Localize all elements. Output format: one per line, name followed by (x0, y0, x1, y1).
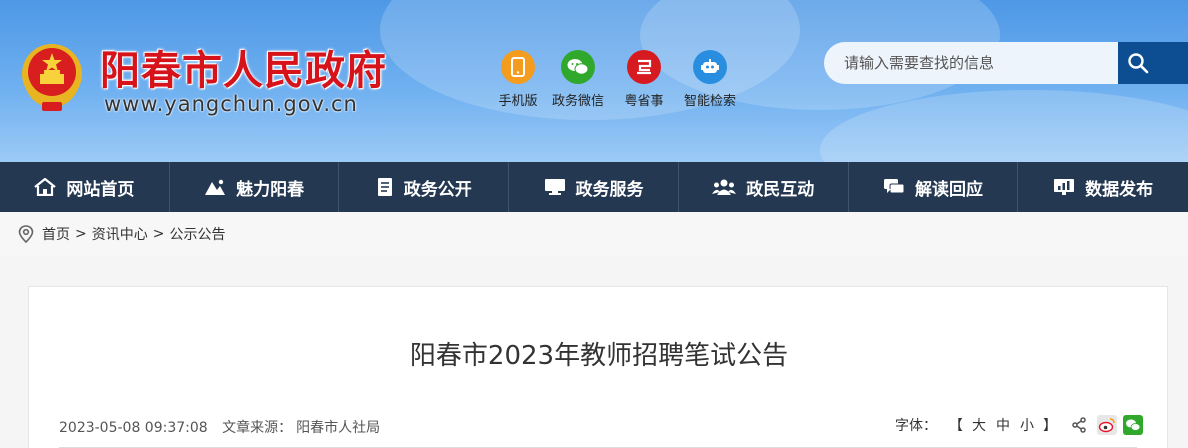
publish-date: 2023-05-08 09:37:08 (59, 420, 208, 436)
nav-item-label: 数据发布 (1085, 179, 1154, 200)
font-size-medium[interactable]: 中 (996, 415, 1010, 435)
weibo-icon[interactable] (1097, 415, 1117, 435)
breadcrumb-separator: > (75, 226, 87, 242)
yue-service-icon (627, 50, 661, 84)
quick-link-label: 粤省事 (624, 94, 664, 109)
nav-item-gov-services[interactable]: 政务服务 (509, 162, 679, 212)
article-panel: 阳春市2023年教师招聘笔试公告 2023-05-08 09:37:08 文章来… (28, 286, 1168, 448)
font-size-label: 字体： (895, 418, 937, 434)
site-header: 阳春市人民政府 www.yangchun.gov.cn 手机版 政务微信 粤省事… (0, 0, 1188, 162)
nav-item-charm[interactable]: 魅力阳春 (170, 162, 340, 212)
main-nav: 网站首页 魅力阳春 政务公开 政务服务 政民互动 解读回应 数据发布 (0, 162, 1188, 212)
bracket-open: 【 (949, 418, 963, 434)
breadcrumb-separator: > (152, 226, 165, 242)
search-icon (1128, 53, 1149, 74)
nav-item-label: 政务服务 (575, 179, 644, 200)
home-icon (34, 178, 57, 196)
bracket-close: 】 (1043, 418, 1057, 434)
breadcrumb: 首页 > 资讯中心 > 公示公告 (0, 212, 1188, 256)
font-size-small[interactable]: 小 (1020, 415, 1034, 435)
search-input[interactable] (824, 42, 1118, 84)
source-label: 文章来源： (222, 420, 293, 436)
breadcrumb-news-center[interactable]: 资讯中心 (92, 224, 148, 244)
national-emblem-icon (22, 44, 82, 111)
nav-item-interaction[interactable]: 政民互动 (679, 162, 849, 212)
nav-item-label: 解读回应 (914, 179, 983, 200)
quick-link-wechat[interactable]: 政务微信 (543, 50, 613, 109)
breadcrumb-home[interactable]: 首页 (42, 224, 70, 244)
nav-item-home[interactable]: 网站首页 (0, 162, 170, 212)
document-icon (376, 177, 394, 197)
search-button[interactable] (1118, 42, 1188, 84)
nav-item-label: 政务公开 (403, 179, 472, 200)
chat-icon (883, 178, 905, 196)
nav-item-data-release[interactable]: 数据发布 (1018, 162, 1188, 212)
nav-item-interpretation[interactable]: 解读回应 (849, 162, 1019, 212)
nav-item-gov-affairs[interactable]: 政务公开 (339, 162, 510, 212)
quick-link-yue-service[interactable]: 粤省事 (609, 50, 679, 109)
font-size-large[interactable]: 大 (972, 415, 986, 435)
breadcrumb-announcements[interactable]: 公示公告 (169, 224, 225, 244)
mobile-icon (501, 50, 535, 84)
share-icon[interactable] (1071, 417, 1087, 433)
location-pin-icon (18, 225, 34, 243)
people-icon (712, 178, 737, 196)
quick-link-label: 智能检索 (683, 94, 736, 109)
site-url: www.yangchun.gov.cn (104, 92, 358, 116)
landscape-icon (204, 178, 226, 196)
site-title[interactable]: 阳春市人民政府 (100, 38, 387, 96)
article-title: 阳春市2023年教师招聘笔试公告 (409, 341, 789, 371)
article-meta: 2023-05-08 09:37:08 文章来源： 阳春市人社局 (59, 417, 390, 437)
robot-icon (693, 50, 727, 84)
nav-item-label: 网站首页 (66, 179, 135, 200)
quick-link-smart-search[interactable]: 智能检索 (675, 50, 745, 109)
wechat-icon (561, 50, 595, 84)
article-source: 阳春市人社局 (296, 420, 381, 436)
chart-icon (1053, 178, 1075, 196)
wechat-share-icon[interactable] (1123, 415, 1143, 435)
monitor-icon (544, 178, 566, 196)
quick-link-label: 政务微信 (551, 94, 604, 109)
nav-item-label: 政民互动 (746, 179, 815, 200)
article-tools: 字体： 【 大 中 小 】 (895, 415, 1143, 435)
nav-item-label: 魅力阳春 (236, 179, 305, 200)
